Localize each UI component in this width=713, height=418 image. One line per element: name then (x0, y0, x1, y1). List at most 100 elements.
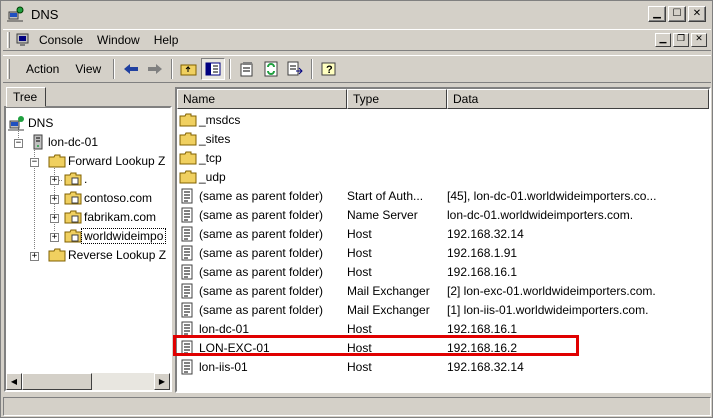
up-one-level-icon[interactable] (177, 58, 201, 80)
record-icon (179, 207, 197, 223)
toolbar-separator (171, 59, 174, 79)
menu-help[interactable]: Help (147, 33, 186, 47)
tree-label: . (84, 172, 88, 186)
cell-type: Name Server (347, 207, 418, 222)
cell-type: Host (347, 226, 372, 241)
list-row[interactable]: (same as parent folder) Host 192.168.1.91 (177, 243, 687, 262)
refresh-icon[interactable] (259, 58, 283, 80)
list-row[interactable]: (same as parent folder) Mail Exchanger [2]… (177, 281, 687, 300)
list-row[interactable]: _tcp (177, 148, 687, 167)
column-header-type[interactable]: Type (347, 89, 447, 109)
list-row[interactable]: _msdcs (177, 110, 687, 129)
properties-icon[interactable] (235, 58, 259, 80)
row-name: (same as parent folder) (199, 226, 324, 241)
list-row[interactable]: (same as parent folder) Mail Exchanger [1]… (177, 300, 687, 319)
tree-node-fabrikam[interactable]: fabrikam.com (64, 208, 158, 226)
console-icon[interactable] (14, 32, 32, 48)
show-hide-tree-icon[interactable] (201, 58, 226, 80)
scroll-left-button[interactable]: ◀ (6, 373, 22, 390)
list-row[interactable]: (same as parent folder) Start of Auth... [… (177, 186, 687, 205)
cell-name: (same as parent folder) (177, 302, 347, 318)
tree-label: lon-dc-01 (48, 135, 99, 149)
menu-view[interactable]: View (67, 62, 109, 76)
list-row[interactable]: lon-iis-01 Host 192.168.32.14 (177, 357, 687, 376)
expand-toggle[interactable]: + (50, 214, 59, 223)
list-row[interactable]: _udp (177, 167, 687, 186)
dns-window: DNS ▁ ☐ ✕ Console Window Help ▁ ❐ ✕ Acti… (0, 0, 713, 418)
back-arrow-icon[interactable] (119, 58, 143, 80)
child-minimize-button[interactable]: ▁ (655, 33, 671, 47)
cell-data: lon-dc-01.worldwideimporters.com. (447, 207, 634, 222)
tree-label: worldwideimpo (80, 228, 167, 244)
cell-type: Host (347, 264, 372, 279)
folder-icon (179, 112, 197, 128)
folder-icon (179, 169, 197, 185)
scroll-track[interactable] (92, 373, 154, 390)
cell-data: 192.168.16.1 (447, 321, 518, 336)
tree-node-forward-lookup[interactable]: Forward Lookup Z (48, 152, 167, 170)
cell-name: (same as parent folder) (177, 226, 347, 242)
list-row[interactable]: _sites (177, 129, 687, 148)
tree-node-reverse-lookup[interactable]: Reverse Lookup Z (48, 246, 168, 264)
folder-icon (48, 248, 66, 262)
tree-label: DNS (28, 116, 54, 130)
cell-data: 192.168.32.14 (447, 359, 524, 374)
expand-toggle[interactable]: + (50, 195, 59, 204)
tree-node-worldwideimporters[interactable]: worldwideimpo (64, 227, 167, 245)
expand-toggle[interactable]: + (30, 252, 39, 261)
dns-app-icon (7, 6, 25, 22)
cell-data: 192.168.32.14 (447, 226, 524, 241)
forward-arrow-icon[interactable] (143, 58, 167, 80)
expand-toggle[interactable]: + (50, 233, 59, 242)
list-row[interactable]: (same as parent folder) Host 192.168.16.1 (177, 262, 687, 281)
record-icon (179, 264, 197, 280)
row-name: (same as parent folder) (199, 245, 324, 260)
svg-text:?: ? (326, 64, 333, 76)
tree-label: Forward Lookup Z (68, 154, 166, 168)
menu-window[interactable]: Window (90, 33, 147, 47)
tab-tree[interactable]: Tree (6, 87, 46, 107)
title-bar[interactable]: DNS ▁ ☐ ✕ (1, 1, 712, 27)
tree-horizontal-scrollbar[interactable]: ◀ ▶ (6, 373, 170, 390)
tree-label: fabrikam.com (84, 210, 157, 224)
record-icon (179, 188, 197, 204)
expand-toggle[interactable]: + (50, 176, 59, 185)
cell-type: Mail Exchanger (347, 302, 430, 317)
cell-data: [2] lon-exc-01.worldwideimporters.com. (447, 283, 656, 298)
toolbar: Action View ? (3, 55, 711, 83)
child-close-button[interactable]: ✕ (691, 33, 707, 47)
cell-data: 192.168.16.1 (447, 264, 518, 279)
record-icon (179, 226, 197, 242)
menu-action[interactable]: Action (10, 62, 67, 76)
minimize-button[interactable]: ▁ (648, 6, 666, 22)
tree-node-zone-root[interactable]: . (64, 170, 89, 188)
column-header-data[interactable]: Data (447, 89, 709, 109)
close-button[interactable]: ✕ (688, 6, 706, 22)
list-row[interactable]: (same as parent folder) Name Server lon-dc… (177, 205, 687, 224)
record-icon (179, 245, 197, 261)
collapse-toggle[interactable]: − (14, 139, 23, 148)
console-tree[interactable]: DNS − lon-dc-01 − Forward Lookup Z + . +… (4, 106, 172, 392)
child-restore-button[interactable]: ❐ (673, 33, 689, 47)
maximize-button[interactable]: ☐ (668, 6, 686, 22)
list-row[interactable]: (same as parent folder) Host 192.168.32.14 (177, 224, 687, 243)
tree-node-server[interactable]: lon-dc-01 (30, 133, 100, 151)
scroll-thumb[interactable] (22, 373, 92, 390)
help-icon[interactable]: ? (317, 58, 341, 80)
cell-data: [1] lon-iis-01.worldwideimporters.com. (447, 302, 649, 317)
scroll-right-button[interactable]: ▶ (154, 373, 170, 390)
cell-type: Mail Exchanger (347, 283, 430, 298)
collapse-toggle[interactable]: − (30, 158, 39, 167)
tree-node-dns[interactable]: DNS (8, 114, 55, 132)
cell-name: (same as parent folder) (177, 188, 347, 204)
toolbar-separator (113, 59, 116, 79)
menu-console[interactable]: Console (32, 33, 90, 47)
cell-data: [45], lon-dc-01.worldwideimporters.co... (447, 188, 657, 203)
column-header-name[interactable]: Name (177, 89, 347, 109)
menubar-grip[interactable] (7, 32, 10, 48)
cell-data: 192.168.1.91 (447, 245, 518, 260)
folder-icon (48, 154, 66, 168)
export-list-icon[interactable] (283, 58, 307, 80)
tree-node-contoso[interactable]: contoso.com (64, 189, 154, 207)
record-icon (179, 283, 197, 299)
